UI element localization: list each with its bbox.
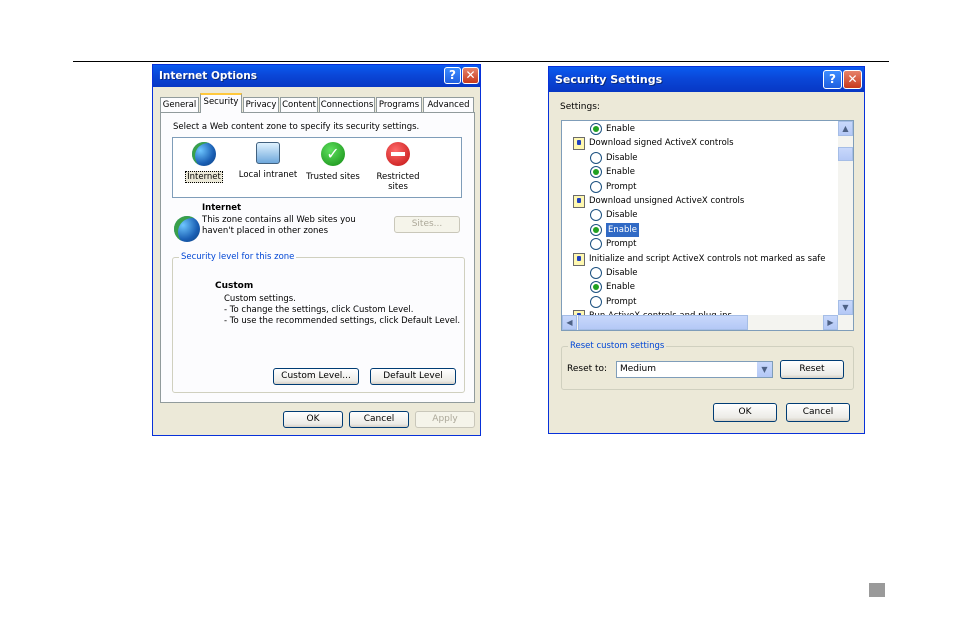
tab-privacy[interactable]: Privacy	[243, 97, 279, 112]
zone-local-intranet[interactable]: Local intranet	[237, 142, 299, 180]
apply-button[interactable]: Apply	[415, 411, 475, 428]
zone-label: Restricted sites	[376, 172, 420, 192]
setting-label: Download unsigned ActiveX controls	[589, 196, 745, 206]
settings-label: Settings:	[560, 102, 600, 112]
setting-label: Enable	[606, 124, 635, 134]
chevron-down-icon[interactable]: ▼	[757, 362, 772, 377]
reset-button[interactable]: Reset	[780, 360, 844, 379]
setting-label: Disable	[606, 210, 638, 221]
globe-icon	[192, 142, 216, 166]
zone-label: Internet	[185, 171, 223, 183]
level-description: Custom settings.	[224, 294, 296, 304]
scroll-thumb[interactable]	[838, 147, 853, 161]
setting-label: Enable	[606, 282, 635, 293]
radio-button-icon[interactable]	[590, 223, 602, 236]
setting-label: Enable	[606, 167, 635, 178]
tab-programs[interactable]: Programs	[376, 97, 422, 112]
zone-list[interactable]: Internet Local intranet ✓ Trusted sites …	[172, 137, 462, 198]
red-no-entry-icon	[386, 142, 410, 166]
vertical-scrollbar[interactable]: ▲ ▼	[838, 121, 853, 330]
page-marker	[869, 583, 885, 597]
help-button[interactable]: ?	[444, 67, 461, 84]
reset-to-label: Reset to:	[567, 364, 608, 374]
custom-level-button[interactable]: Custom Level...	[273, 368, 359, 385]
internet-options-window: Internet Options ? ✕ General Security Pr…	[152, 64, 481, 436]
zone-label: Trusted sites	[306, 172, 360, 182]
scroll-down-button[interactable]: ▼	[838, 300, 853, 315]
zone-prompt: Select a Web content zone to specify its…	[173, 122, 420, 132]
security-settings-window: Security Settings ? ✕ Settings: Enable Do…	[548, 66, 865, 434]
page-divider	[73, 61, 889, 62]
cancel-button[interactable]: Cancel	[349, 411, 409, 428]
title-bar[interactable]: Security Settings ? ✕	[549, 67, 864, 92]
setting-label: Initialize and script ActiveX controls n…	[589, 253, 826, 264]
window-title: Internet Options	[159, 70, 257, 82]
ok-button[interactable]: OK	[713, 403, 777, 422]
level-title: Custom	[215, 281, 254, 291]
setting-category-icon	[573, 252, 585, 266]
setting-category-icon	[573, 137, 585, 151]
globe-icon	[174, 216, 200, 242]
scroll-up-button[interactable]: ▲	[838, 121, 853, 136]
tab-content[interactable]: Content	[280, 97, 318, 112]
default-level-button[interactable]: Default Level	[370, 368, 456, 385]
tab-advanced[interactable]: Advanced	[423, 97, 474, 112]
title-bar[interactable]: Internet Options ? ✕	[153, 65, 480, 87]
settings-rows: Enable Download signed ActiveX controls Di…	[562, 121, 838, 315]
security-level-legend: Security level for this zone	[179, 252, 297, 262]
reset-level-value: Medium	[620, 364, 656, 374]
sites-button[interactable]: Sites...	[394, 216, 460, 233]
zone-restricted-sites[interactable]: Restricted sites	[373, 142, 423, 192]
network-computer-icon	[256, 142, 280, 164]
cancel-button[interactable]: Cancel	[786, 403, 850, 422]
reset-group: Reset custom settings Reset to: Medium ▼…	[561, 341, 854, 390]
radio-button-icon[interactable]	[590, 123, 602, 135]
setting-label: Disable	[606, 268, 638, 278]
setting-label: Download signed ActiveX controls	[589, 138, 734, 149]
radio-button-icon[interactable]	[590, 295, 602, 308]
zone-internet[interactable]: Internet	[181, 142, 227, 183]
tab-strip: General Security Privacy Content Connect…	[160, 93, 475, 113]
radio-button-icon[interactable]	[590, 166, 602, 179]
reset-level-select[interactable]: Medium ▼	[616, 361, 773, 378]
window-title: Security Settings	[555, 73, 663, 86]
setting-label: Prompt	[606, 239, 637, 250]
radio-button-icon[interactable]	[590, 267, 602, 279]
close-button[interactable]: ✕	[462, 67, 479, 84]
ok-button[interactable]: OK	[283, 411, 343, 428]
reset-legend: Reset custom settings	[568, 341, 667, 351]
tab-connections[interactable]: Connections	[319, 97, 375, 112]
scroll-left-button[interactable]: ◀	[562, 315, 577, 330]
setting-category-icon	[573, 195, 585, 208]
radio-button-icon[interactable]	[590, 238, 602, 251]
green-check-icon: ✓	[321, 142, 345, 166]
setting-label: Prompt	[606, 181, 637, 192]
level-description: - To use the recommended settings, click…	[224, 316, 461, 326]
horizontal-scrollbar[interactable]: ◀ ▶	[562, 315, 838, 330]
setting-label: Enable	[606, 222, 639, 237]
tab-security[interactable]: Security	[200, 93, 242, 113]
tab-general[interactable]: General	[160, 97, 199, 112]
settings-tree[interactable]: Enable Download signed ActiveX controls Di…	[561, 120, 854, 331]
zone-info-title: Internet	[202, 203, 242, 213]
zone-info-text: haven't placed in other zones	[202, 226, 329, 236]
radio-button-icon[interactable]	[590, 209, 602, 222]
close-button[interactable]: ✕	[843, 70, 862, 89]
radio-button-icon[interactable]	[590, 151, 602, 164]
zone-label: Local intranet	[238, 170, 298, 180]
setting-label: Prompt	[606, 296, 637, 307]
scroll-thumb[interactable]	[578, 315, 748, 330]
help-button[interactable]: ?	[823, 70, 842, 89]
security-tab-panel: Select a Web content zone to specify its…	[160, 112, 475, 403]
zone-info-text: This zone contains all Web sites you	[202, 215, 356, 225]
setting-label: Disable	[606, 152, 638, 163]
radio-button-icon[interactable]	[590, 281, 602, 294]
security-level-group: Security level for this zone Custom Cust…	[172, 252, 465, 393]
zone-trusted-sites[interactable]: ✓ Trusted sites	[305, 142, 361, 182]
level-description: - To change the settings, click Custom L…	[224, 305, 414, 315]
scroll-right-button[interactable]: ▶	[823, 315, 838, 330]
radio-button-icon[interactable]	[590, 180, 602, 193]
